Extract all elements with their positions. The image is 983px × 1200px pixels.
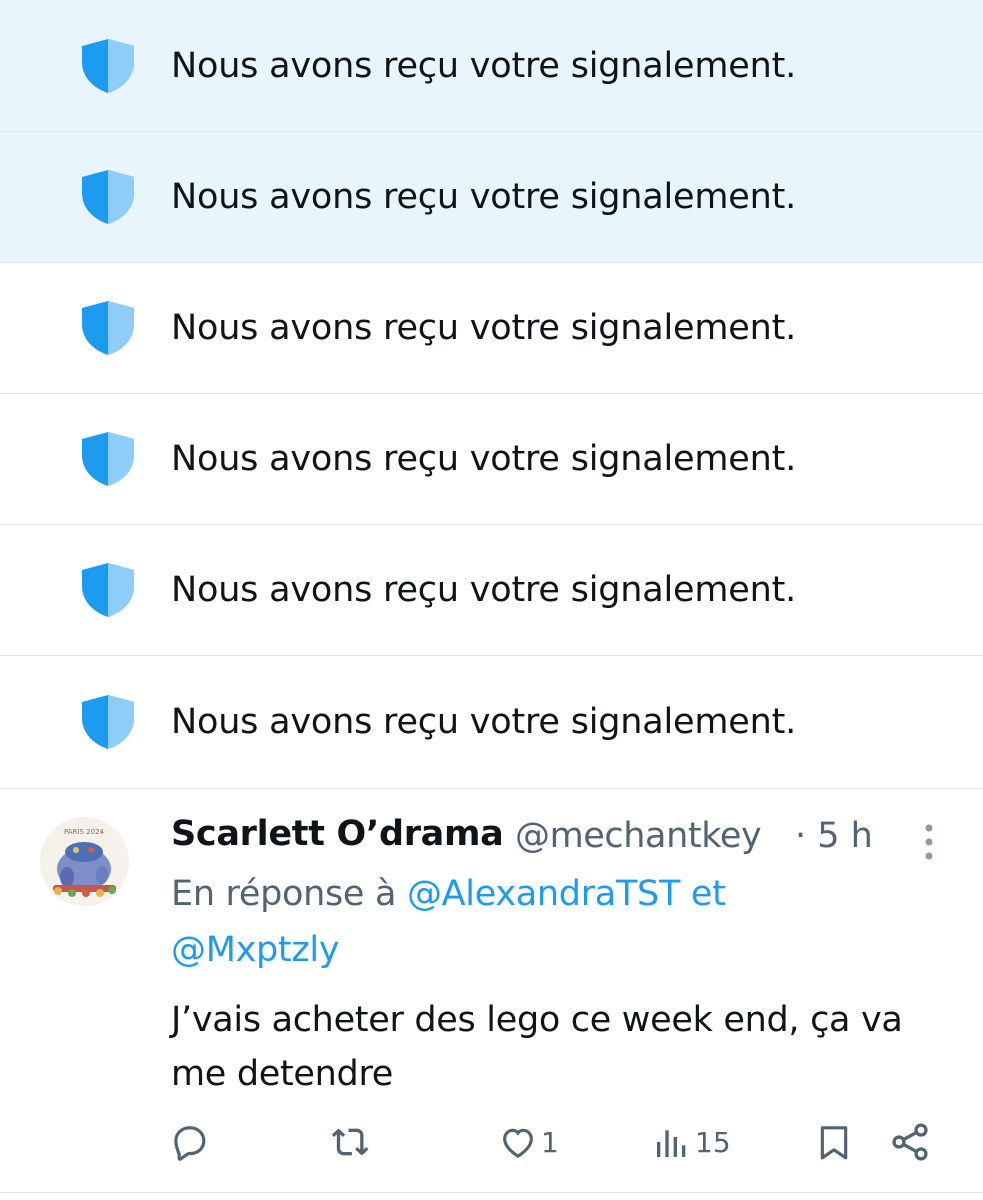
bookmark-icon	[820, 1126, 848, 1160]
report-notice-text: Nous avons reçu votre signalement.	[171, 308, 797, 348]
display-name[interactable]: Scarlett O’drama	[171, 814, 504, 854]
views-icon	[657, 1130, 686, 1157]
mention-link[interactable]: @Mxptzly	[171, 930, 340, 970]
report-notice-text: Nous avons reçu votre signalement.	[171, 439, 797, 479]
report-notice-row: Nous avons reçu votre signalement.	[0, 0, 983, 132]
user-handle[interactable]: @mechantkey	[515, 816, 762, 856]
reply-icon	[174, 1126, 206, 1161]
share-icon	[892, 1123, 928, 1161]
paris-2024-illustration-avatar: PARIS 2024	[40, 817, 129, 906]
shield-icon	[82, 301, 134, 355]
tweet-text: J’vais acheter des lego ce week end, ça …	[171, 1000, 903, 1094]
more-options-icon[interactable]	[915, 822, 943, 862]
report-notice-row: Nous avons reçu votre signalement.	[0, 394, 983, 525]
avatar[interactable]: PARIS 2024	[40, 817, 129, 906]
report-notice-row: Nous avons reçu votre signalement.	[0, 263, 983, 394]
report-notice-row: Nous avons reçu votre signalement.	[0, 525, 983, 656]
shield-icon	[82, 695, 134, 749]
retweet-icon	[331, 1128, 369, 1156]
views-button[interactable]: 15	[652, 1120, 731, 1164]
report-notice-text: Nous avons reçu votre signalement.	[171, 570, 797, 610]
like-count: 1	[541, 1125, 559, 1159]
timestamp[interactable]: · 5 h	[795, 816, 873, 856]
bookmark-button[interactable]	[814, 1120, 854, 1164]
shield-icon	[82, 563, 134, 617]
like-button[interactable]: 1	[498, 1120, 559, 1164]
views-count: 15	[695, 1125, 731, 1159]
retweet-button[interactable]	[329, 1120, 373, 1164]
report-notice-row: Nous avons reçu votre signalement.	[0, 656, 983, 789]
mention-link[interactable]: @AlexandraTST	[407, 874, 680, 914]
reply-button[interactable]	[170, 1120, 210, 1164]
report-notice-row: Nous avons reçu votre signalement.	[0, 132, 983, 263]
report-notice-text: Nous avons reçu votre signalement.	[171, 177, 797, 217]
share-button[interactable]	[888, 1120, 932, 1164]
report-notice-text: Nous avons reçu votre signalement.	[171, 702, 797, 742]
reply-context: En réponse à @AlexandraTST et	[171, 874, 726, 914]
reply-joiner: et	[680, 874, 726, 914]
shield-icon	[82, 38, 134, 93]
shield-icon	[82, 432, 134, 486]
heart-icon	[503, 1128, 533, 1158]
shield-icon	[82, 170, 134, 224]
reply-prefix: En réponse à	[171, 874, 407, 914]
svg-text:PARIS 2024: PARIS 2024	[64, 828, 105, 836]
report-notice-list: Nous avons reçu votre signalement. Nous …	[0, 0, 983, 789]
report-notice-text: Nous avons reçu votre signalement.	[171, 45, 797, 86]
